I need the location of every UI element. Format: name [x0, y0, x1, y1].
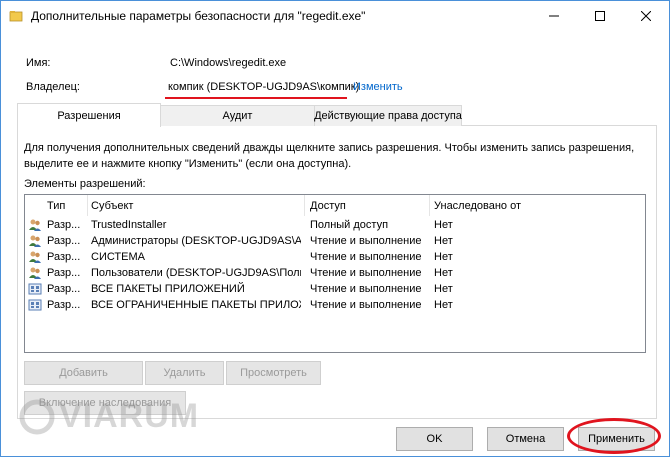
maximize-icon — [595, 11, 605, 21]
package-icon — [28, 299, 42, 311]
panel-description: Для получения дополнительных сведений дв… — [24, 142, 635, 170]
table-row[interactable]: Разр... Администраторы (DESKTOP-UGJD9AS\… — [25, 233, 645, 249]
security-dialog: Дополнительные параметры безопасности дл… — [0, 0, 670, 457]
row-access: Полный доступ — [310, 219, 389, 231]
owner-value: компик (DESKTOP-UGJD9AS\компик) — [168, 81, 360, 93]
row-type: Разр... — [47, 251, 81, 263]
row-access: Чтение и выполнение — [310, 251, 422, 263]
row-access: Чтение и выполнение — [310, 267, 422, 279]
row-inherited: Нет — [434, 267, 453, 279]
users-icon — [29, 267, 41, 279]
owner-label: Владелец: — [26, 81, 80, 93]
table-row[interactable]: Разр... TrustedInstaller Полный доступ Н… — [25, 217, 645, 233]
minimize-icon — [549, 15, 559, 17]
row-type: Разр... — [47, 299, 81, 311]
maximize-button[interactable] — [577, 1, 623, 31]
row-subject: TrustedInstaller — [91, 219, 167, 231]
row-access: Чтение и выполнение — [310, 299, 422, 311]
shield-folder-icon — [9, 11, 23, 22]
permission-entries-list[interactable]: Тип Субъект Доступ Унаследовано от Разр.… — [24, 194, 646, 353]
row-inherited: Нет — [434, 251, 453, 263]
remove-button[interactable]: Удалить — [145, 361, 224, 385]
watermark-text: VIARUM — [59, 397, 200, 435]
row-subject: СИСТЕМА — [91, 251, 145, 263]
row-type: Разр... — [47, 235, 81, 247]
close-icon — [641, 11, 651, 21]
table-row[interactable]: Разр... СИСТЕМА Чтение и выполнение Нет — [25, 249, 645, 265]
column-header-type[interactable]: Тип — [47, 195, 65, 216]
row-subject: ВСЕ ОГРАНИЧЕННЫЕ ПАКЕТЫ ПРИЛОЖЕ... — [91, 299, 301, 311]
row-subject: ВСЕ ПАКЕТЫ ПРИЛОЖЕНИЙ — [91, 283, 245, 295]
row-inherited: Нет — [434, 219, 453, 231]
table-row[interactable]: Разр... Пользователи (DESKTOP-UGJD9AS\По… — [25, 265, 645, 281]
name-value: C:\Windows\regedit.exe — [170, 57, 287, 69]
users-icon — [29, 219, 41, 231]
name-label: Имя: — [26, 57, 51, 69]
table-row[interactable]: Разр... ВСЕ ПАКЕТЫ ПРИЛОЖЕНИЙ Чтение и в… — [25, 281, 645, 297]
view-button[interactable]: Просмотреть — [226, 361, 321, 385]
row-subject: Пользователи (DESKTOP-UGJD9AS\Польз... — [91, 267, 301, 279]
column-header-inherited[interactable]: Унаследовано от — [434, 195, 521, 216]
cancel-button[interactable]: Отмена — [487, 427, 564, 451]
row-type: Разр... — [47, 283, 81, 295]
row-inherited: Нет — [434, 299, 453, 311]
column-header-access[interactable]: Доступ — [310, 195, 346, 216]
row-type: Разр... — [47, 267, 81, 279]
watermark-logo-icon — [19, 399, 55, 435]
row-type: Разр... — [47, 219, 81, 231]
title-bar: Дополнительные параметры безопасности дл… — [1, 1, 669, 31]
tab-permissions[interactable]: Разрешения — [17, 103, 161, 127]
row-subject: Администраторы (DESKTOP-UGJD9AS\Ад... — [91, 235, 301, 247]
package-icon — [28, 283, 42, 295]
add-button[interactable]: Добавить — [24, 361, 143, 385]
row-inherited: Нет — [434, 283, 453, 295]
tab-effective-access[interactable]: Действующие права доступа — [314, 105, 462, 126]
minimize-button[interactable] — [531, 1, 577, 31]
annotation-underline — [165, 97, 347, 99]
tab-label: Аудит — [222, 110, 253, 122]
users-icon — [29, 235, 41, 247]
ok-button[interactable]: OK — [396, 427, 473, 451]
column-header-subject[interactable]: Субъект — [91, 195, 133, 216]
window-title: Дополнительные параметры безопасности дл… — [31, 9, 366, 23]
row-access: Чтение и выполнение — [310, 283, 422, 295]
annotation-oval — [567, 418, 661, 454]
change-owner-link[interactable]: Изменить — [353, 81, 403, 93]
users-icon — [29, 251, 41, 263]
tab-audit[interactable]: Аудит — [160, 105, 315, 126]
row-inherited: Нет — [434, 235, 453, 247]
table-row[interactable]: Разр... ВСЕ ОГРАНИЧЕННЫЕ ПАКЕТЫ ПРИЛОЖЕ.… — [25, 297, 645, 313]
tab-label: Разрешения — [57, 109, 121, 122]
tab-label: Действующие права доступа — [314, 110, 462, 122]
close-button[interactable] — [623, 1, 669, 31]
list-label: Элементы разрешений: — [24, 178, 146, 190]
row-access: Чтение и выполнение — [310, 235, 422, 247]
